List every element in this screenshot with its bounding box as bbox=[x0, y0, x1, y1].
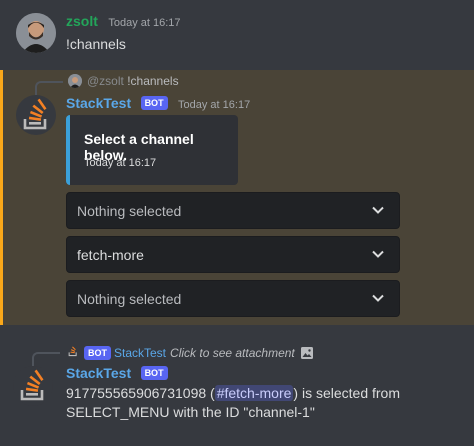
user-avatar[interactable] bbox=[16, 13, 56, 53]
timestamp: Today at 16:17 bbox=[178, 99, 251, 111]
reply-avatar bbox=[68, 74, 82, 88]
stackoverflow-logo-icon bbox=[66, 344, 80, 361]
message-stacktest-highlighted: @zsolt !channels StackTest BOT Today at … bbox=[0, 70, 474, 325]
bot-badge: BOT bbox=[140, 96, 168, 110]
image-icon bbox=[300, 346, 314, 360]
reply-content: Click to see attachment bbox=[170, 345, 295, 360]
username[interactable]: StackTest bbox=[66, 95, 131, 111]
reply-username: StackTest bbox=[114, 345, 167, 360]
channel-mention[interactable]: #fetch-more bbox=[214, 385, 294, 401]
message-header: zsolt Today at 16:17 bbox=[66, 13, 181, 31]
chevron-down-icon bbox=[371, 203, 385, 222]
select-menu-2[interactable]: fetch-more bbox=[66, 236, 400, 273]
reply-connector bbox=[32, 352, 60, 366]
select-menu-1[interactable]: Nothing selected bbox=[66, 192, 400, 229]
reply-content: !channels bbox=[127, 74, 179, 88]
message-header: StackTest BOT Today at 16:17 bbox=[66, 95, 250, 113]
reply-connector bbox=[35, 81, 63, 95]
chevron-down-icon bbox=[371, 291, 385, 310]
username[interactable]: zsolt bbox=[66, 13, 98, 29]
message-header: StackTest BOT bbox=[66, 365, 168, 383]
select-value: fetch-more bbox=[77, 247, 144, 263]
select-value: Nothing selected bbox=[77, 203, 182, 219]
select-value: Nothing selected bbox=[77, 291, 182, 307]
message-stacktest-reply: BOT StackTest Click to see attachment St… bbox=[0, 325, 474, 446]
bot-badge: BOT bbox=[140, 366, 168, 380]
stackoverflow-logo-icon[interactable] bbox=[13, 366, 53, 406]
select-menu-3[interactable]: Nothing selected bbox=[66, 280, 400, 317]
chevron-down-icon bbox=[371, 247, 385, 266]
reply-preview[interactable]: BOT StackTest Click to see attachment bbox=[66, 344, 314, 361]
reply-preview[interactable]: @zsolt !channels bbox=[87, 74, 179, 88]
message-content: !channels bbox=[66, 36, 126, 52]
content-prefix: 917755565906731098 ( bbox=[66, 385, 215, 401]
bot-badge: BOT bbox=[84, 345, 111, 360]
embed: Select a channel below. Today at 16:17 bbox=[66, 115, 238, 185]
username[interactable]: StackTest bbox=[66, 365, 131, 381]
stackoverflow-logo-icon[interactable] bbox=[16, 95, 56, 135]
embed-footer-timestamp: Today at 16:17 bbox=[84, 157, 157, 169]
timestamp: Today at 16:17 bbox=[108, 17, 181, 29]
message-content: 917755565906731098 (#fetch-more) is sele… bbox=[66, 384, 426, 422]
reply-mention: @zsolt bbox=[87, 74, 124, 88]
message-zsolt: zsolt Today at 16:17 !channels bbox=[0, 0, 474, 70]
